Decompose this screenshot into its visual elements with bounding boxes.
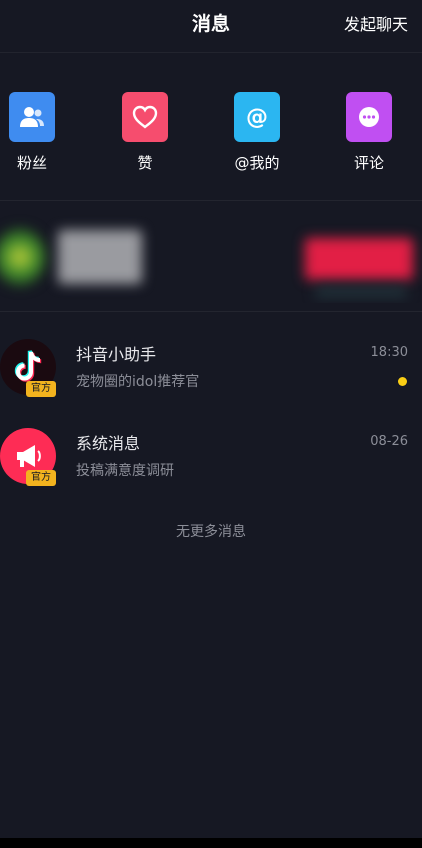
official-badge: 官方 [26, 470, 56, 486]
quick-action-mentions[interactable]: @ @我的 [225, 92, 289, 173]
quick-action-label: 粉丝 [16, 154, 47, 172]
at-icon: @ [234, 92, 280, 142]
message-preview: 投稿满意度调研 [76, 463, 174, 479]
official-badge: 官方 [26, 381, 56, 397]
message-time: 18:30 [370, 345, 408, 360]
message-item-assistant[interactable]: 官方 抖音小助手 宠物圈的idol推荐官 18:30 [0, 339, 422, 409]
message-title: 抖音小助手 [76, 345, 157, 364]
message-preview: 宠物圈的idol推荐官 [76, 374, 200, 390]
divider [0, 200, 422, 201]
blurred-recommendation-row[interactable] [0, 208, 422, 303]
top-header: 消息 发起聊天 [0, 0, 422, 53]
heart-icon [122, 92, 168, 142]
quick-action-comments[interactable]: 评论 [337, 92, 401, 173]
divider [0, 311, 422, 312]
message-time: 08-26 [370, 434, 408, 449]
message-item-system[interactable]: 官方 系统消息 投稿满意度调研 08-26 [0, 428, 422, 498]
bottom-bar [0, 838, 422, 848]
quick-actions-row: 粉丝 赞 @ @我的 评论 [0, 92, 422, 182]
no-more-messages: 无更多消息 [176, 524, 246, 540]
comment-icon [346, 92, 392, 142]
quick-action-label: 评论 [353, 154, 384, 172]
message-title: 系统消息 [76, 434, 141, 453]
fans-icon [9, 92, 55, 142]
quick-action-likes[interactable]: 赞 [113, 92, 177, 173]
quick-action-label: 赞 [137, 154, 153, 172]
quick-action-label: @我的 [234, 154, 280, 172]
quick-action-fans[interactable]: 粉丝 [0, 92, 64, 173]
start-chat-button[interactable]: 发起聊天 [344, 11, 408, 35]
unread-dot [398, 377, 407, 386]
